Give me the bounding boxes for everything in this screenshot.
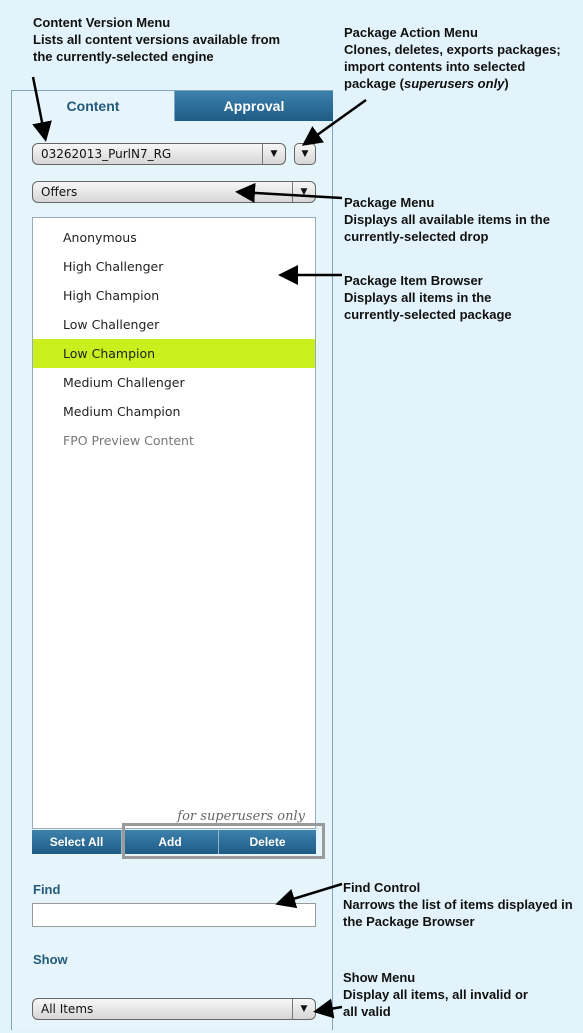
callout-title: Content Version Menu	[33, 15, 171, 30]
list-item[interactable]: High Challenger	[33, 252, 315, 281]
chevron-down-icon: ▼	[262, 144, 285, 164]
package-select[interactable]: Offers ▼	[32, 181, 316, 203]
content-panel: Content Approval 03262013_PurlN7_RG ▼ ▼ …	[11, 90, 333, 1030]
package-value: Offers	[41, 185, 78, 199]
callout-desc: Narrows the list of items displayed in t…	[343, 897, 573, 929]
callout-find-control: Find Control Narrows the list of items d…	[343, 879, 583, 930]
list-item[interactable]: Medium Champion	[33, 397, 315, 426]
list-item[interactable]: Anonymous	[33, 223, 315, 252]
callout-desc: Lists all content versions available fro…	[33, 32, 281, 64]
package-item-browser[interactable]: for superusers only Anonymous High Challe…	[32, 217, 316, 829]
callout-title: Package Menu	[344, 195, 435, 210]
superuser-note: for superusers only	[177, 809, 305, 824]
chevron-down-icon: ▼	[292, 999, 315, 1019]
show-label: Show	[33, 952, 68, 967]
callout-desc: Displays all items in the currently-sele…	[344, 290, 512, 322]
tab-content[interactable]: Content	[12, 91, 174, 121]
package-action-menu-button[interactable]: ▼	[294, 143, 316, 165]
list-item[interactable]: High Champion	[33, 281, 315, 310]
superuser-frame	[122, 823, 325, 859]
callout-content-version: Content Version Menu Lists all content v…	[33, 14, 283, 65]
chevron-down-icon: ▼	[292, 182, 315, 202]
callout-desc: Display all items, all invalid or all va…	[343, 987, 528, 1019]
callout-desc: Clones, deletes, exports packages; impor…	[344, 42, 561, 91]
callout-package-action: Package Action Menu Clones, deletes, exp…	[344, 24, 579, 92]
callout-desc: Displays all available items in the curr…	[344, 212, 550, 244]
callout-title: Find Control	[343, 880, 421, 895]
show-select[interactable]: All Items ▼	[32, 998, 316, 1020]
content-version-select[interactable]: 03262013_PurlN7_RG ▼	[32, 143, 286, 165]
list-item[interactable]: Medium Challenger	[33, 368, 315, 397]
tab-approval[interactable]: Approval	[174, 91, 333, 121]
list-item[interactable]: Low Champion	[33, 339, 315, 368]
callout-show-menu: Show Menu Display all items, all invalid…	[343, 969, 543, 1020]
callout-item-browser: Package Item Browser Displays all items …	[344, 272, 544, 323]
callout-title: Show Menu	[343, 970, 416, 985]
find-input[interactable]	[32, 903, 316, 927]
chevron-down-icon: ▼	[301, 149, 309, 159]
select-all-button[interactable]: Select All	[32, 830, 122, 854]
find-label: Find	[33, 882, 61, 897]
callout-title: Package Action Menu	[344, 25, 478, 40]
show-value: All Items	[41, 1002, 94, 1016]
list-item[interactable]: Low Challenger	[33, 310, 315, 339]
callout-title: Package Item Browser	[344, 273, 483, 288]
content-version-value: 03262013_PurlN7_RG	[41, 147, 172, 161]
list-item[interactable]: FPO Preview Content	[33, 426, 315, 455]
callout-package-menu: Package Menu Displays all available item…	[344, 194, 579, 245]
